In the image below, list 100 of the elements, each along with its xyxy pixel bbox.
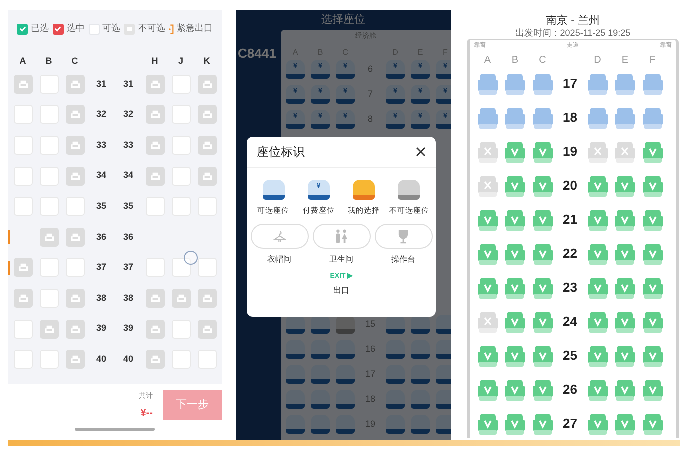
column-letter: J [178, 55, 184, 68]
row-number: 16 [365, 342, 376, 356]
legend-label: 紧急出口 [177, 22, 213, 36]
seat-icon [18, 294, 28, 303]
row-number: 18 [563, 109, 578, 128]
screen-title: 选择座位 [322, 12, 366, 28]
column-letter: C [72, 55, 78, 68]
facility-label: 操作台 [392, 254, 416, 266]
close-icon[interactable] [416, 147, 426, 157]
row-number: 39 [123, 322, 134, 336]
row-number: 39 [96, 322, 106, 336]
row-number: 17 [563, 75, 578, 94]
column-letter: B [46, 55, 52, 68]
seat-icon [202, 294, 212, 303]
row-number: 15 [365, 318, 376, 331]
row-number: 37 [123, 261, 134, 274]
row-number: 40 [96, 352, 106, 366]
row-number: 22 [563, 245, 578, 264]
price: ¥-- [140, 406, 153, 420]
column-letter: E [622, 54, 629, 68]
seat-icon [70, 80, 80, 89]
seat-icon [150, 294, 160, 303]
row-number: 26 [563, 381, 578, 400]
row-number: 25 [563, 347, 578, 366]
blank-box-icon [88, 24, 100, 34]
facility-label: 衣帽间 [268, 254, 292, 266]
row-number: 36 [123, 230, 134, 244]
seat-icon [202, 324, 212, 334]
touch-indicator [184, 251, 198, 265]
row-number: 38 [123, 292, 134, 305]
hanger-icon [272, 230, 286, 243]
seat-icon [202, 110, 212, 120]
row-number: 8 [368, 112, 373, 126]
row-number: 34 [123, 169, 134, 182]
row-number: 21 [563, 211, 578, 230]
row-number: 19 [365, 418, 376, 431]
column-letter: F [650, 54, 656, 68]
restroom-icon [334, 229, 349, 244]
row-number: 20 [563, 177, 578, 196]
column-letter: D [594, 54, 602, 68]
checked-box-icon [17, 24, 28, 34]
exit-bracket-icon [169, 24, 174, 34]
seat-icon [202, 172, 212, 181]
seat-icon [70, 324, 80, 334]
seat-icon [18, 263, 28, 272]
seat-icon [150, 324, 160, 334]
route-title: 南京 - 兰州 [546, 14, 600, 27]
seat-icon [18, 80, 28, 89]
row-number: 31 [96, 78, 106, 91]
row-number: 38 [96, 292, 106, 305]
departure-time: 出发时间：2025-11-25 19:25 [515, 27, 631, 39]
row-number: 23 [563, 279, 578, 298]
row-number: 33 [123, 138, 134, 152]
column-letter: A [484, 54, 492, 68]
column-letter: C [539, 54, 546, 68]
seat-icon [70, 110, 80, 120]
row-number: 6 [368, 62, 373, 76]
column-letter: H [152, 55, 158, 68]
legend-label: 可选 [102, 22, 120, 36]
seat-icon [70, 232, 80, 242]
facility-label: 卫生间 [330, 254, 354, 266]
row-number: 35 [96, 200, 106, 213]
seat-icon [44, 232, 54, 242]
row-number: 37 [96, 261, 106, 274]
goblet-icon [398, 229, 409, 244]
unavailable-box-icon [124, 24, 136, 34]
seat-icon [202, 80, 212, 89]
seat-icon [150, 80, 160, 89]
row-number: 31 [123, 78, 134, 91]
seat-icon [150, 355, 160, 364]
exit-label: 出口 [334, 284, 350, 297]
row-number: 40 [123, 352, 134, 366]
legend-label: 不可选 [138, 22, 166, 36]
row-number: 24 [563, 313, 578, 332]
flight-number: C8441 [238, 46, 276, 61]
legend-label: 已选 [31, 22, 49, 36]
row-number: 34 [96, 169, 106, 182]
row-number: 33 [96, 138, 106, 152]
legend-label: 选中 [66, 22, 85, 36]
seat-icon [70, 294, 80, 303]
column-letter: B [512, 54, 519, 68]
row-number: 7 [368, 88, 373, 101]
seat-icon [70, 172, 80, 181]
seat-icon [202, 140, 212, 150]
row-number: 19 [563, 143, 578, 162]
seat-icon [150, 140, 160, 150]
row-number: 32 [123, 108, 134, 122]
seat-icon [70, 140, 80, 150]
row-number: 32 [96, 108, 106, 122]
column-letter: K [204, 55, 210, 68]
column-letter: A [20, 55, 26, 68]
checked-box-icon [52, 24, 64, 34]
seat-icon [70, 355, 80, 364]
row-number: 36 [96, 230, 106, 244]
dialog-title: 座位标识 [257, 144, 305, 161]
seat-icon [176, 294, 186, 303]
seat-icon [150, 172, 160, 181]
seat-icon [150, 110, 160, 120]
row-number: 17 [365, 368, 376, 381]
row-number: 35 [123, 200, 134, 213]
